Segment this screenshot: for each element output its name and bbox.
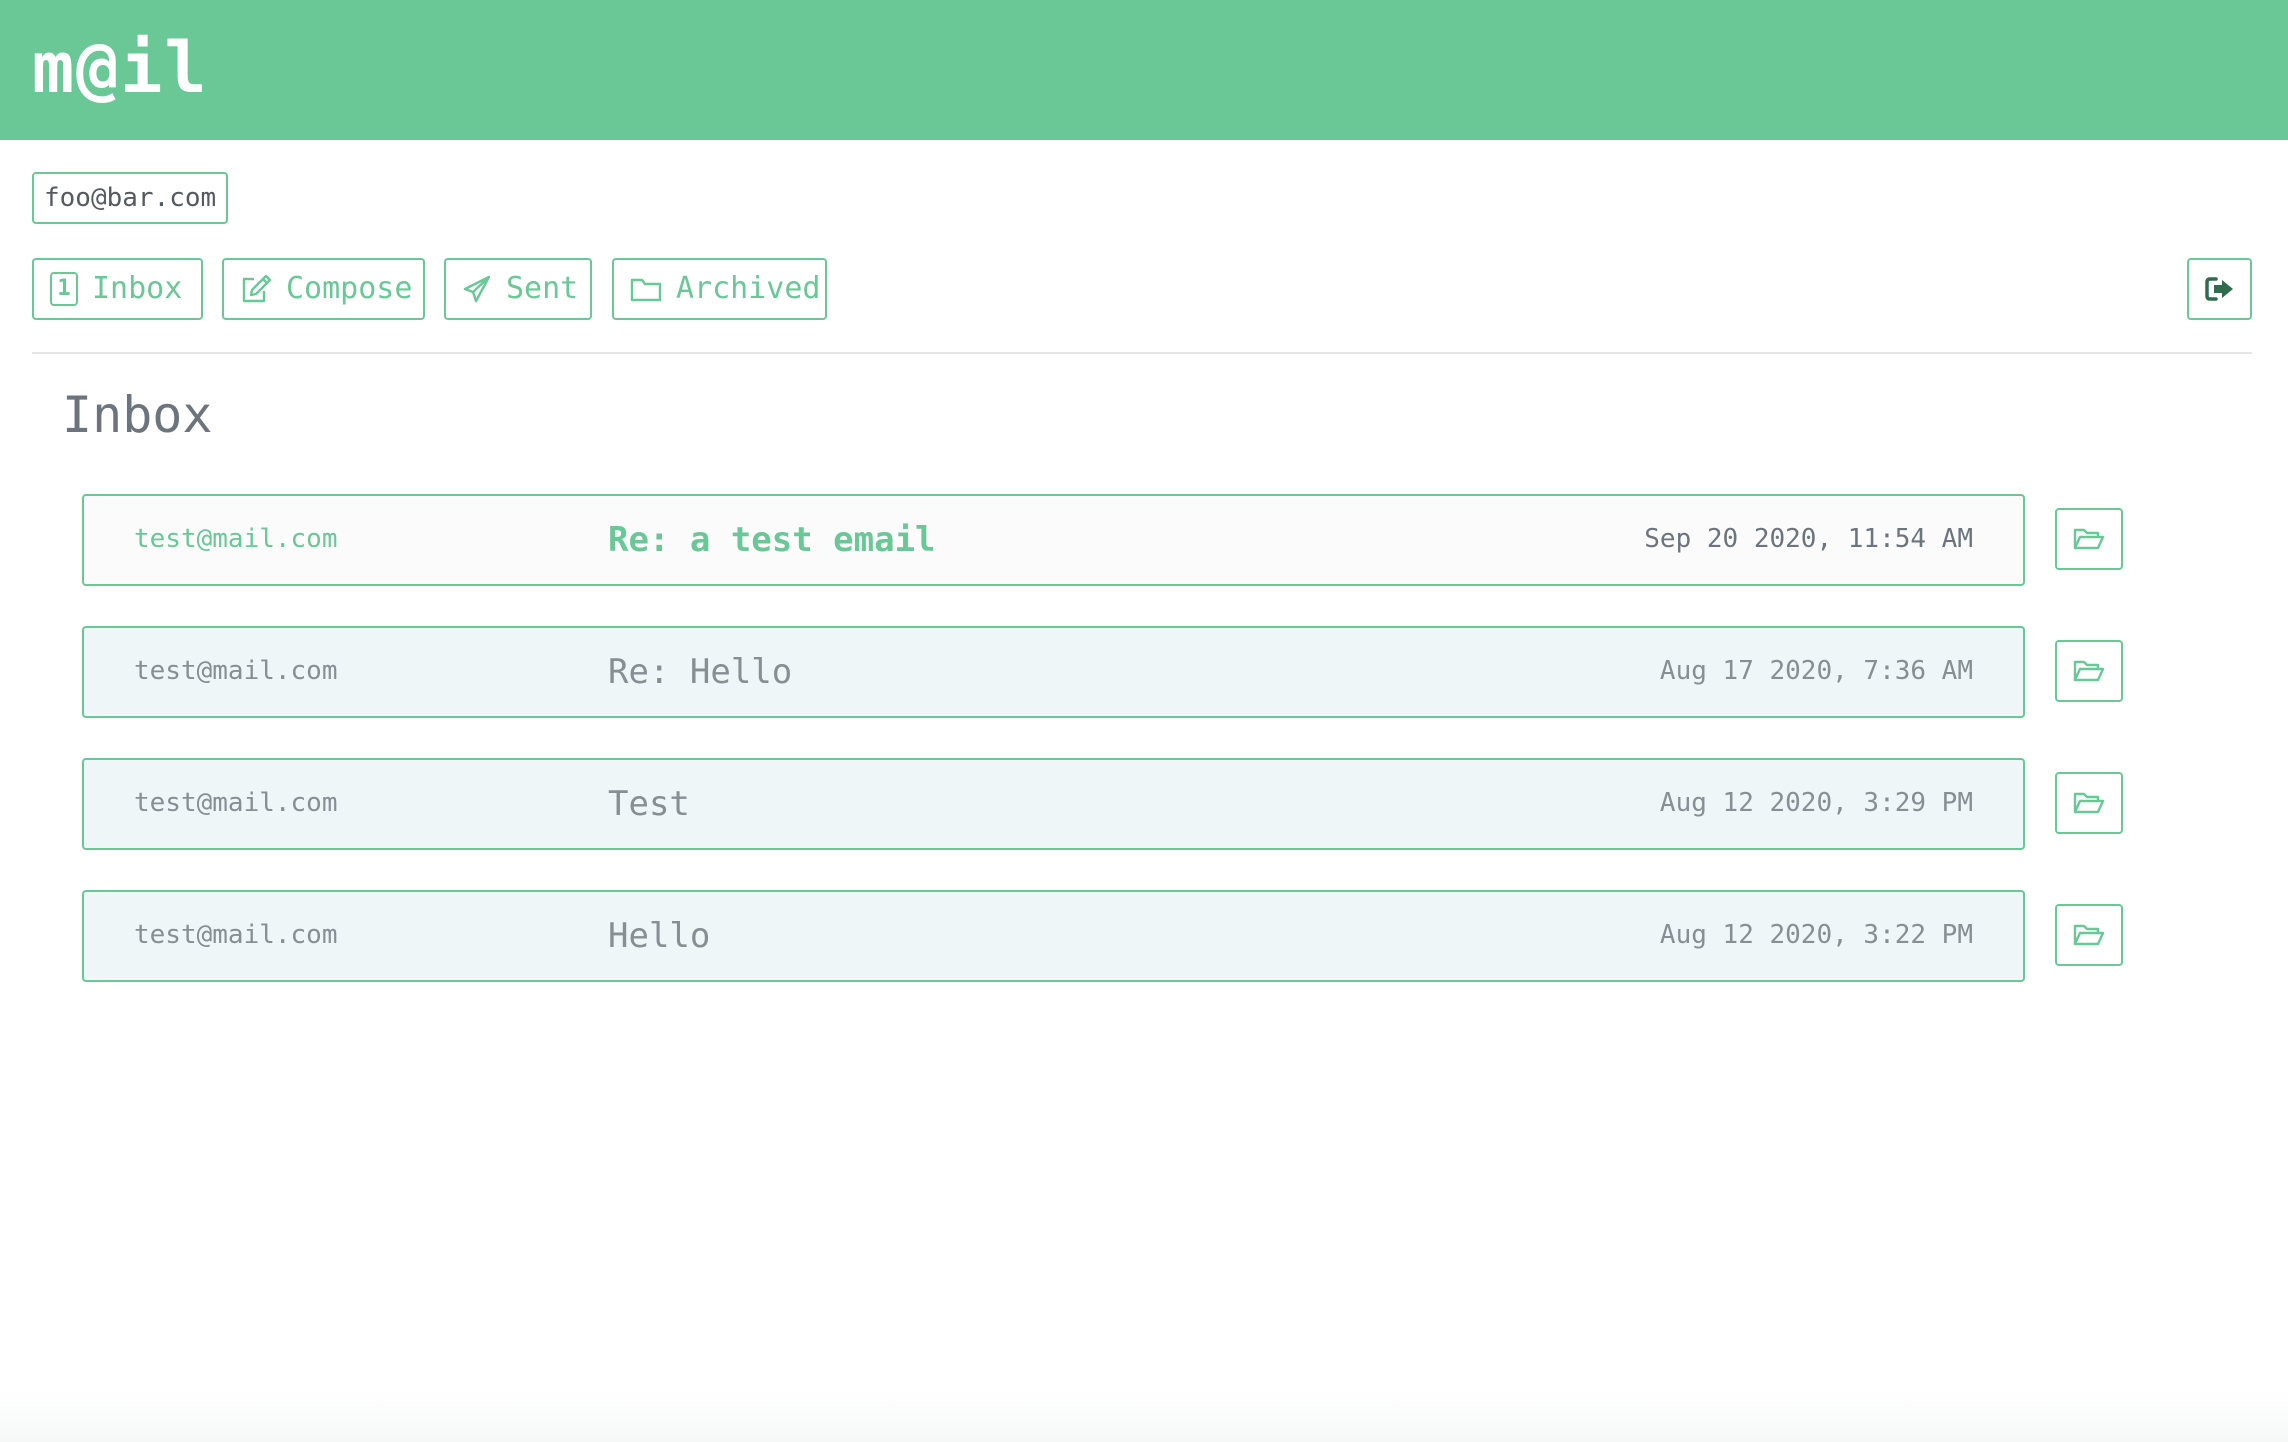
email-row[interactable]: test@mail.com Test Aug 12 2020, 3:29 PM xyxy=(82,758,2025,850)
page-title: Inbox xyxy=(62,386,213,444)
email-subject: Test xyxy=(608,784,690,824)
folder-open-icon xyxy=(2073,659,2105,683)
user-email-badge: foo@bar.com xyxy=(32,172,229,224)
inbox-button-label: Inbox xyxy=(92,271,183,306)
email-sender: test@mail.com xyxy=(134,788,338,818)
email-date: Aug 12 2020, 3:22 PM xyxy=(1659,920,1973,950)
unread-count: 1 xyxy=(50,272,78,306)
archived-button-label: Archived xyxy=(676,271,821,306)
email-row[interactable]: test@mail.com Re: Hello Aug 17 2020, 7:3… xyxy=(82,626,2025,718)
folder-icon xyxy=(630,276,662,302)
inbox-count-badge: 1 xyxy=(50,272,78,306)
email-subject: Re: a test email xyxy=(608,520,936,560)
paper-plane-icon xyxy=(462,274,492,304)
email-date: Sep 20 2020, 11:54 AM xyxy=(1644,524,1973,554)
compose-button[interactable]: Compose xyxy=(222,258,425,320)
sent-button[interactable]: Sent xyxy=(444,258,592,320)
folder-open-icon xyxy=(2073,923,2105,947)
sign-out-icon xyxy=(2204,276,2235,302)
edit-icon xyxy=(240,274,272,304)
archived-button[interactable]: Archived xyxy=(612,258,827,320)
folder-open-icon xyxy=(2073,791,2105,815)
archive-button[interactable] xyxy=(2055,508,2123,570)
folder-open-icon xyxy=(2073,527,2105,551)
page-footer-shade xyxy=(0,1390,2288,1442)
email-subject: Hello xyxy=(608,916,711,956)
toolbar-divider xyxy=(32,352,2252,354)
email-sender: test@mail.com xyxy=(134,920,338,950)
inbox-button[interactable]: 1 Inbox xyxy=(32,258,203,320)
email-date: Aug 12 2020, 3:29 PM xyxy=(1659,788,1973,818)
app-header: m@il xyxy=(0,0,2288,140)
email-sender: test@mail.com xyxy=(134,524,338,554)
archive-button[interactable] xyxy=(2055,772,2123,834)
email-date: Aug 17 2020, 7:36 AM xyxy=(1659,656,1973,686)
email-sender: test@mail.com xyxy=(134,656,338,686)
archive-button[interactable] xyxy=(2055,904,2123,966)
app-logo[interactable]: m@il xyxy=(32,22,209,114)
sent-button-label: Sent xyxy=(506,271,579,306)
email-row[interactable]: test@mail.com Re: a test email Sep 20 20… xyxy=(82,494,2025,586)
email-row[interactable]: test@mail.com Hello Aug 12 2020, 3:22 PM xyxy=(82,890,2025,982)
compose-button-label: Compose xyxy=(286,271,413,306)
archive-button[interactable] xyxy=(2055,640,2123,702)
logout-button[interactable] xyxy=(2187,258,2252,320)
email-subject: Re: Hello xyxy=(608,652,793,692)
